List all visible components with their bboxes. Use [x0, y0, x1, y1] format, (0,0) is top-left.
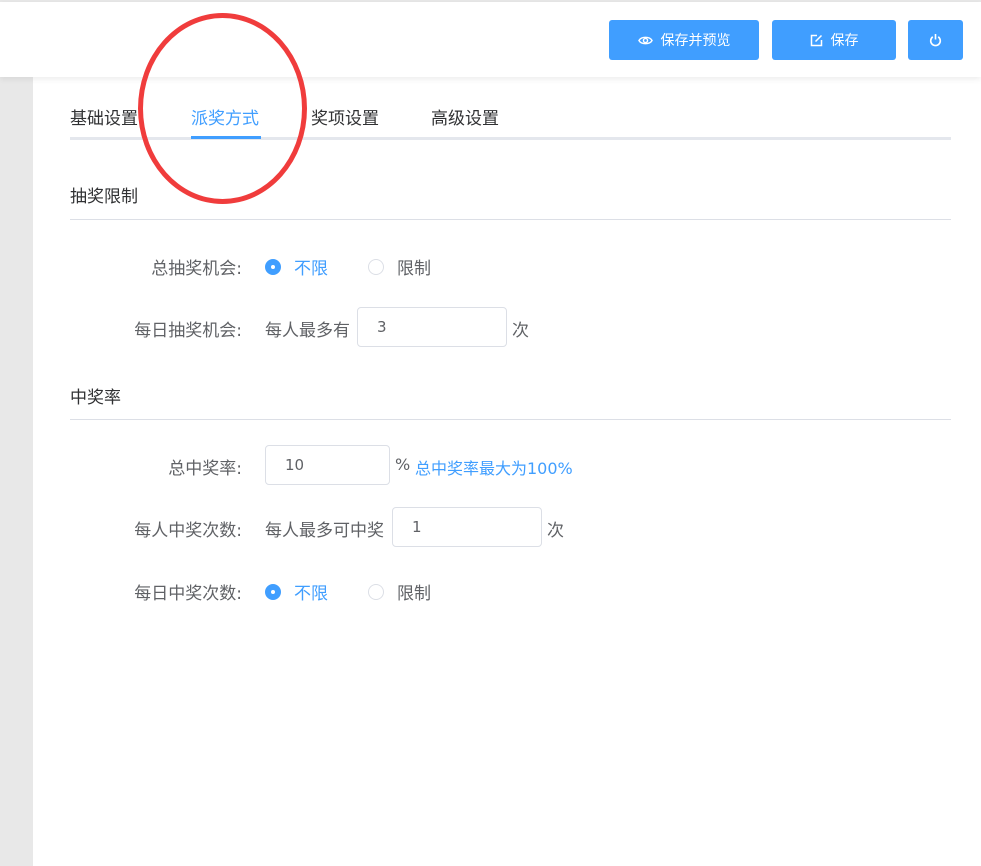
tab-prize-distribution[interactable]: 派奖方式	[191, 104, 259, 129]
total-rate-unit: %	[395, 455, 411, 474]
per-person-wins-suffix: 次	[547, 521, 564, 541]
save-label: 保存	[830, 33, 859, 49]
section-divider	[70, 419, 951, 420]
radio-label: 不限	[294, 584, 328, 604]
daily-chance-label: 每日抽奖机会:	[134, 321, 242, 341]
total-rate-input[interactable]	[265, 445, 390, 485]
daily-wins-radio-unlimited[interactable]: 不限	[265, 579, 328, 604]
save-button[interactable]: 保存	[772, 20, 896, 60]
per-person-wins-input[interactable]	[392, 507, 542, 547]
eye-icon	[637, 36, 653, 44]
tab-bar: 基础设置 派奖方式 奖项设置 高级设置	[70, 88, 951, 140]
power-icon	[929, 34, 942, 47]
radio-dot	[368, 583, 384, 600]
save-and-preview-button[interactable]: 保存并预览	[609, 20, 759, 60]
daily-wins-label: 每日中奖次数:	[134, 584, 242, 604]
total-chance-label: 总抽奖机会:	[151, 259, 242, 279]
per-person-wins-prefix: 每人最多可中奖	[265, 521, 384, 541]
tab-advanced-settings[interactable]: 高级设置	[431, 104, 499, 129]
section-divider	[70, 219, 951, 220]
daily-chance-prefix: 每人最多有	[265, 321, 350, 341]
radio-dot	[368, 258, 384, 275]
header-toolbar: 保存并预览 保存	[0, 2, 981, 77]
daily-chance-input[interactable]	[357, 307, 507, 347]
daily-wins-radio-limited[interactable]: 限制	[368, 579, 431, 604]
logout-button[interactable]	[908, 20, 963, 60]
radio-label: 限制	[397, 259, 431, 279]
per-person-wins-label: 每人中奖次数:	[134, 521, 242, 541]
daily-chance-suffix: 次	[512, 321, 529, 341]
left-sidebar-strip	[0, 77, 33, 866]
save-and-preview-label: 保存并预览	[660, 33, 731, 49]
section-title-win-rate: 中奖率	[70, 388, 121, 408]
radio-label: 不限	[294, 259, 328, 279]
edit-icon	[810, 34, 822, 46]
tab-basic-settings[interactable]: 基础设置	[70, 104, 138, 129]
total-rate-label: 总中奖率:	[168, 459, 242, 479]
active-tab-indicator	[191, 136, 261, 139]
section-title-lottery-limit: 抽奖限制	[70, 187, 138, 207]
radio-label: 限制	[397, 584, 431, 604]
total-chance-radio-limited[interactable]: 限制	[368, 254, 431, 279]
radio-dot-checked	[265, 583, 281, 600]
total-chance-radio-unlimited[interactable]: 不限	[265, 254, 328, 279]
tab-prize-settings[interactable]: 奖项设置	[311, 104, 379, 129]
radio-dot-checked	[265, 258, 281, 275]
total-rate-hint: 总中奖率最大为100%	[415, 459, 573, 478]
